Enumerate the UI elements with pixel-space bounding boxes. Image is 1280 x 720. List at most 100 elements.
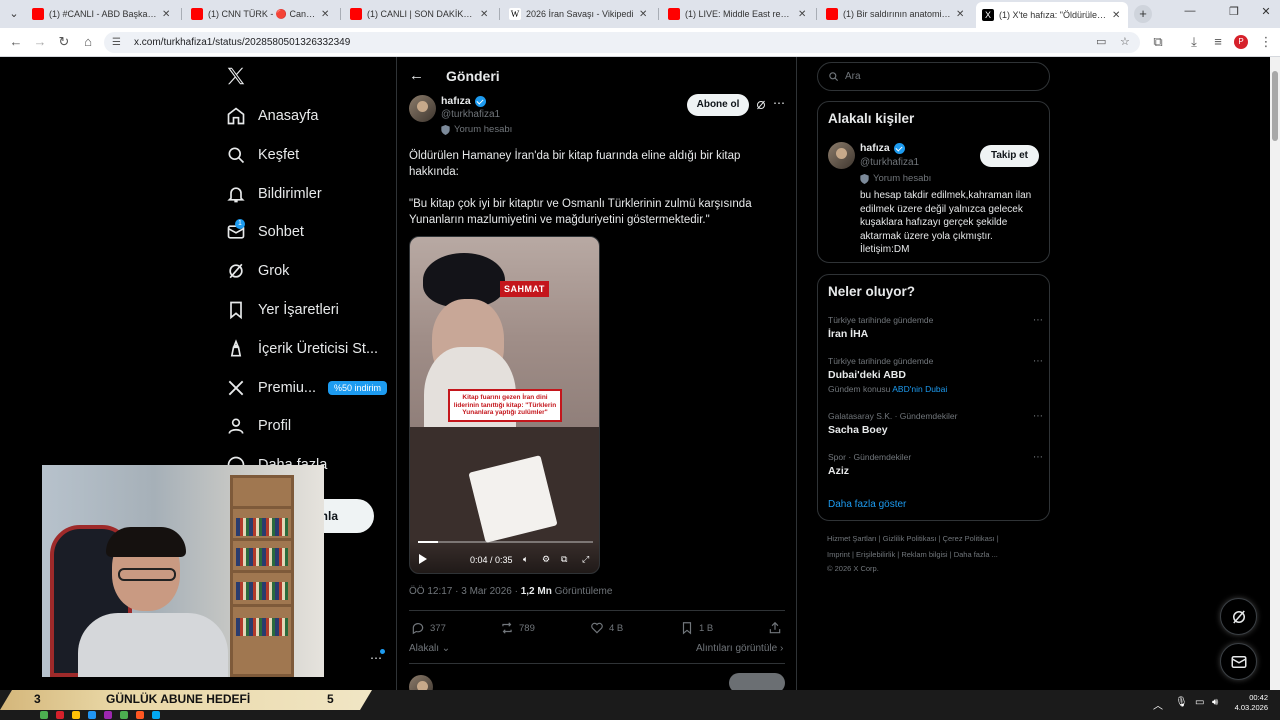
nav-profile[interactable]: Profil xyxy=(226,414,291,438)
like-button[interactable]: 4 B xyxy=(590,621,623,635)
tab-close-icon[interactable]: ✕ xyxy=(798,9,808,20)
media-control-icon[interactable]: ≡ xyxy=(1210,34,1226,50)
person-body xyxy=(78,613,228,677)
restore-icon[interactable]: ❐ xyxy=(1224,5,1244,18)
scrollbar[interactable] xyxy=(1270,57,1280,690)
repost-button[interactable]: 789 xyxy=(500,621,535,635)
follow-button[interactable]: Takip et xyxy=(980,145,1039,167)
trend-item[interactable]: Galatasaray S.K. · Gündemdekiler Sacha B… xyxy=(828,411,1043,436)
tab-close-icon[interactable]: ✕ xyxy=(639,9,649,20)
browser-tab[interactable]: (1) Bir saldırının anatomisi: Orta ✕ xyxy=(820,4,972,24)
bookmark-button[interactable]: 1 B xyxy=(680,621,713,635)
nav-creator-studio[interactable]: İçerik Üreticisi St... xyxy=(226,337,378,361)
related-dropdown[interactable]: Alakalı ⌄ xyxy=(409,643,450,654)
pip-icon[interactable]: ⧉ xyxy=(561,554,567,565)
show-more-link[interactable]: Daha fazla göster xyxy=(828,499,906,510)
avatar[interactable] xyxy=(409,95,436,122)
more-options-icon[interactable]: ⋯ xyxy=(1033,411,1043,422)
more-options-icon[interactable]: ⋯ xyxy=(370,651,382,665)
subscribe-button[interactable]: Abone ol xyxy=(687,94,749,116)
person-name[interactable]: hafıza xyxy=(860,142,905,154)
more-options-icon[interactable]: ⋯ xyxy=(1033,356,1043,367)
forward-arrow-icon[interactable]: → xyxy=(32,34,48,50)
trend-topic-link[interactable]: ABD'nin Dubai xyxy=(892,384,947,394)
app-icon[interactable] xyxy=(120,711,128,719)
system-clock[interactable]: 00:42 4.03.2026 xyxy=(1230,693,1268,713)
footer-links[interactable]: Imprint | Erişilebilirlik | Reklam bilgi… xyxy=(827,550,998,559)
nav-bookmarks[interactable]: Yer İşaretleri xyxy=(226,298,339,322)
nav-chat[interactable]: 1 Sohbet xyxy=(226,219,304,244)
back-arrow-icon[interactable]: ← xyxy=(8,34,24,50)
view-quotes-link[interactable]: Alıntıları görüntüle › xyxy=(696,643,783,654)
grok-fab-button[interactable] xyxy=(1220,598,1257,635)
volume-icon[interactable]: 🔈︎ xyxy=(523,554,528,565)
browser-tab[interactable]: (1) #CANLI - ABD Başkanı Donald ✕ xyxy=(26,4,178,24)
browser-tab[interactable]: (1) CNN TÜRK - 🔴 Canlı Yayın ✕ xyxy=(185,4,337,24)
speaker-icon[interactable]: 🔊︎ xyxy=(1212,697,1218,708)
browser-menu-icon[interactable]: ⋮ xyxy=(1258,34,1274,50)
profile-avatar-icon[interactable]: P xyxy=(1234,35,1248,49)
extensions-icon[interactable]: ⧉ xyxy=(1150,34,1166,50)
tab-close-icon[interactable]: ✕ xyxy=(480,9,490,20)
nav-notifications[interactable]: Bildirimler xyxy=(226,182,322,206)
trend-item[interactable]: Türkiye tarihinde gündemde Dubai'deki AB… xyxy=(828,356,1043,394)
search-input[interactable]: Ara xyxy=(817,62,1050,91)
author-name[interactable]: hafıza xyxy=(441,95,486,107)
trend-item[interactable]: Spor · Gündemdekiler Aziz ⋯ xyxy=(828,452,1043,477)
fullscreen-icon[interactable]: ⤢ xyxy=(582,554,589,565)
browser-tab[interactable]: W 2026 İran Savaşı - Vikipedi ✕ xyxy=(503,4,655,24)
messages-fab-button[interactable] xyxy=(1220,643,1257,680)
avatar[interactable] xyxy=(828,142,855,169)
minimize-icon[interactable]: — xyxy=(1180,5,1200,17)
scrollbar-thumb[interactable] xyxy=(1272,71,1278,141)
grok-icon[interactable] xyxy=(755,99,767,111)
nav-premium[interactable]: Premiu... %50 indirim xyxy=(226,376,388,400)
settings-gear-icon[interactable]: ⚙ xyxy=(542,554,550,565)
home-button-icon[interactable]: ⌂ xyxy=(80,34,96,50)
tray-chevron-up-icon[interactable]: ︿ xyxy=(1153,697,1163,712)
tab-close-icon[interactable]: ✕ xyxy=(956,9,966,20)
browser-tab-active[interactable]: X (1) X'te hafıza: "Öldürülen Ham ✕ xyxy=(976,2,1128,28)
microphone-icon[interactable]: 🎙︎ xyxy=(1175,697,1188,708)
new-tab-button[interactable]: + xyxy=(1134,5,1152,23)
app-icon[interactable] xyxy=(104,711,112,719)
post-timestamp[interactable]: ÖÖ 12:17 · 3 Mar 2026 · xyxy=(409,586,521,597)
install-app-icon[interactable]: ▭ xyxy=(1096,35,1106,48)
display-icon[interactable]: ▭ xyxy=(1195,697,1204,708)
video-progress-bar[interactable] xyxy=(418,541,593,543)
nav-grok[interactable]: Grok xyxy=(226,259,289,283)
url-bar[interactable]: ☰ x.com/turkhafiza1/status/2028580501326… xyxy=(104,32,1140,53)
reply-button[interactable]: 377 xyxy=(411,621,446,635)
app-icon[interactable] xyxy=(152,711,160,719)
trend-item[interactable]: Türkiye tarihinde gündemde İran İHA ⋯ xyxy=(828,315,1043,340)
play-icon[interactable] xyxy=(419,554,427,564)
back-arrow-icon[interactable]: ← xyxy=(409,67,424,84)
x-logo-icon[interactable] xyxy=(225,65,247,87)
footer-links[interactable]: Hizmet Şartları | Gizlilik Politikası | … xyxy=(827,534,999,543)
more-options-icon[interactable]: ⋯ xyxy=(773,96,785,110)
browser-tab[interactable]: (1) CANLI | SON DAKİKA | DUBAİ ✕ xyxy=(344,4,496,24)
bookmark-star-icon[interactable]: ☆ xyxy=(1120,35,1130,48)
person-handle[interactable]: @turkhafiza1 xyxy=(860,157,919,168)
app-icon[interactable] xyxy=(56,711,64,719)
app-icon[interactable] xyxy=(88,711,96,719)
tab-close-icon[interactable]: ✕ xyxy=(162,9,172,20)
author-handle[interactable]: @turkhafiza1 xyxy=(441,109,500,120)
site-info-icon[interactable]: ☰ xyxy=(112,37,126,48)
window-close-icon[interactable]: ✕ xyxy=(1256,5,1276,18)
app-icon[interactable] xyxy=(136,711,144,719)
more-options-icon[interactable]: ⋯ xyxy=(1033,452,1043,463)
post-video[interactable]: SAHMAT Kitap fuarını gezen İran dini lid… xyxy=(409,236,600,574)
app-icon[interactable] xyxy=(40,711,48,719)
share-button[interactable] xyxy=(768,621,787,635)
nav-home[interactable]: Anasayfa xyxy=(226,104,318,128)
more-options-icon[interactable]: ⋯ xyxy=(1033,315,1043,326)
downloads-icon[interactable]: ⤓ xyxy=(1186,34,1202,50)
tab-close-icon[interactable]: ✕ xyxy=(1112,10,1122,21)
tab-search-menu-icon[interactable]: ⌄ xyxy=(4,4,24,24)
app-icon[interactable] xyxy=(72,711,80,719)
browser-tab[interactable]: (1) LIVE: Middle East real-time ✕ xyxy=(662,4,814,24)
reload-icon[interactable]: ↻ xyxy=(56,34,72,50)
nav-explore[interactable]: Keşfet xyxy=(226,143,299,167)
tab-close-icon[interactable]: ✕ xyxy=(321,9,331,20)
